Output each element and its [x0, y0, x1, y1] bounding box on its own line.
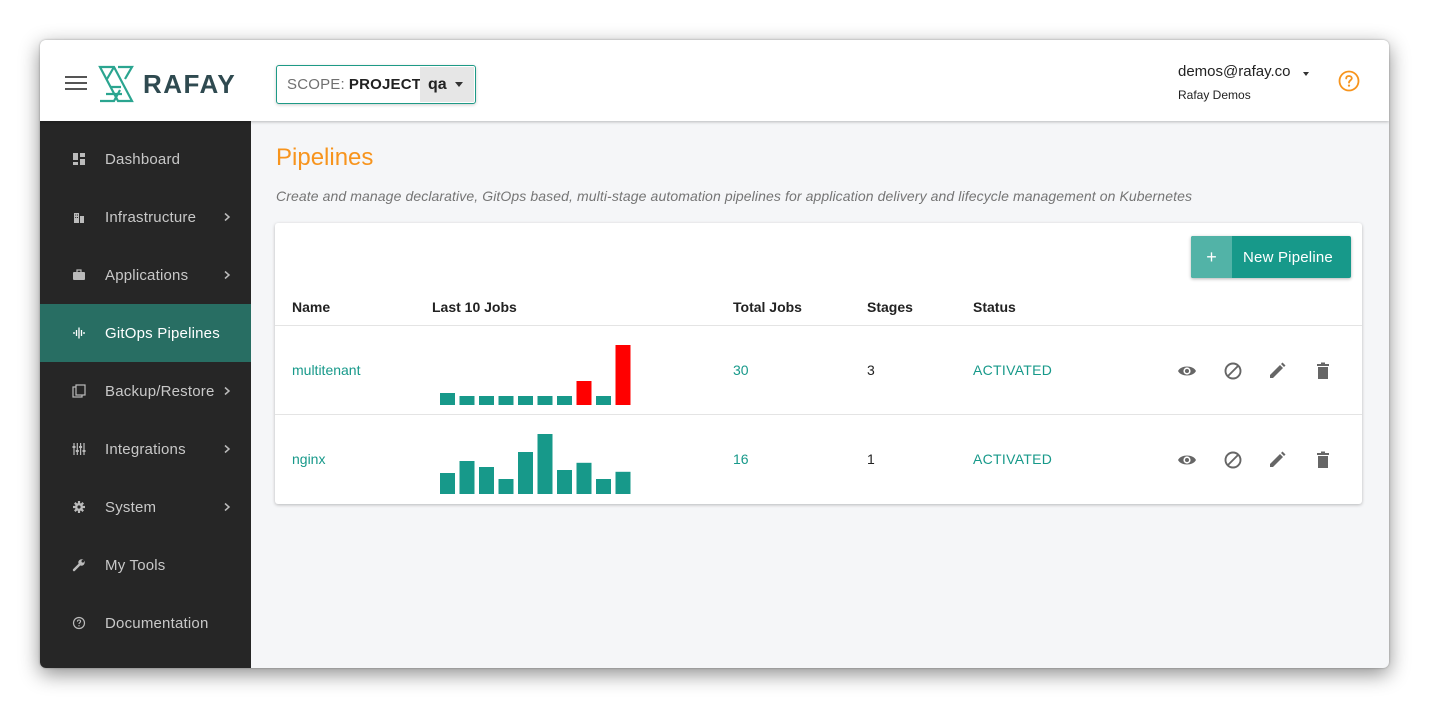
pipeline-name-link[interactable]: nginx	[292, 451, 325, 467]
column-header-name: Name	[292, 299, 331, 315]
sidebar-item-integrations[interactable]: Integrations	[40, 420, 251, 478]
column-header-status: Status	[973, 299, 1016, 315]
sidebar-item-label: Dashboard	[105, 150, 181, 168]
sidebar-item-label: GitOps Pipelines	[105, 324, 220, 342]
sidebar-item-label: System	[105, 498, 157, 516]
failed-job-bar[interactable]	[576, 381, 592, 405]
chevron-right-icon	[224, 502, 231, 512]
column-header-last-jobs: Last 10 Jobs	[432, 299, 517, 315]
sidebar-item-label: Applications	[105, 266, 189, 284]
successful-job-bar[interactable]	[557, 470, 572, 494]
sidebar-item-label: Infrastructure	[105, 208, 197, 226]
successful-job-bar[interactable]	[518, 396, 533, 405]
sidebar-item-my-tools[interactable]: My Tools	[40, 536, 251, 594]
successful-job-bar[interactable]	[596, 479, 611, 494]
successful-job-bar[interactable]	[537, 396, 553, 405]
successful-job-bar[interactable]	[459, 396, 475, 405]
sidebar-item-label: Backup/Restore	[105, 382, 215, 400]
status-badge: ACTIVATED	[973, 362, 1053, 378]
pipeline-name-link[interactable]: multitenant	[292, 362, 360, 378]
sliders-icon	[71, 441, 87, 457]
wrench-icon	[71, 557, 87, 573]
scope-label: SCOPE:	[287, 76, 345, 93]
sidebar-item-label: Documentation	[105, 614, 209, 632]
sidebar-item-label: Integrations	[105, 440, 186, 458]
disable-block-icon[interactable]	[1223, 450, 1243, 470]
app-window: RAFAY SCOPE: PROJECT qa demos@rafay.co R…	[40, 40, 1389, 668]
table-row: multitenant 30 3 ACTIVATED	[275, 326, 1362, 415]
chevron-right-icon	[224, 386, 231, 396]
last-jobs-sparkline	[440, 345, 631, 405]
caret-down-icon	[454, 82, 463, 87]
sidebar-item-dashboard[interactable]: Dashboard	[40, 130, 251, 188]
help-icon[interactable]	[1338, 70, 1360, 92]
waveform-icon	[71, 325, 87, 341]
sidebar-item-system[interactable]: System	[40, 478, 251, 536]
building-icon	[71, 209, 87, 225]
rafay-logo-icon	[98, 65, 134, 103]
status-badge: ACTIVATED	[973, 451, 1053, 467]
page-title: Pipelines	[276, 144, 374, 171]
plus-icon: +	[1191, 236, 1232, 278]
delete-trash-icon[interactable]	[1313, 450, 1333, 470]
successful-job-bar[interactable]	[479, 467, 494, 494]
last-jobs-sparkline	[440, 434, 631, 494]
view-eye-icon[interactable]	[1177, 361, 1197, 381]
failed-job-bar[interactable]	[615, 345, 631, 405]
menu-icon[interactable]	[65, 76, 87, 90]
successful-job-bar[interactable]	[557, 396, 572, 405]
dashboard-icon	[71, 151, 87, 167]
table-row: nginx 16 1 ACTIVATED	[275, 415, 1362, 504]
help-circle-icon	[71, 615, 87, 631]
user-menu[interactable]: demos@rafay.co	[1178, 63, 1291, 80]
stages-count: 1	[867, 451, 875, 467]
disable-block-icon[interactable]	[1223, 361, 1243, 381]
brand-name: RAFAY	[143, 69, 237, 99]
total-jobs-link[interactable]: 16	[733, 451, 749, 467]
scope-value: PROJECT	[348, 76, 422, 93]
successful-job-bar[interactable]	[596, 396, 611, 405]
new-pipeline-label: New Pipeline	[1243, 248, 1333, 266]
caret-down-icon[interactable]	[1303, 72, 1309, 76]
total-jobs-link[interactable]: 30	[733, 362, 749, 378]
successful-job-bar[interactable]	[459, 461, 475, 494]
edit-pencil-icon[interactable]	[1267, 450, 1287, 470]
pipelines-card: + New Pipeline Name Last 10 Jobs Total J…	[275, 223, 1362, 504]
column-header-stages: Stages	[867, 299, 913, 315]
column-header-total-jobs: Total Jobs	[733, 299, 802, 315]
chevron-right-icon	[224, 444, 231, 454]
sidebar: Dashboard Infrastructure Applications Gi…	[40, 121, 251, 668]
successful-job-bar[interactable]	[576, 462, 592, 494]
sidebar-item-applications[interactable]: Applications	[40, 246, 251, 304]
view-eye-icon[interactable]	[1177, 450, 1197, 470]
page-description: Create and manage declarative, GitOps ba…	[276, 188, 1193, 204]
chevron-right-icon	[224, 212, 231, 222]
successful-job-bar[interactable]	[479, 396, 494, 405]
successful-job-bar[interactable]	[615, 471, 631, 494]
sidebar-item-gitops-pipelines[interactable]: GitOps Pipelines	[40, 304, 251, 362]
briefcase-icon	[71, 267, 87, 283]
top-bar: RAFAY SCOPE: PROJECT qa demos@rafay.co R…	[40, 40, 1389, 121]
project-dropdown-value: qa	[428, 75, 447, 93]
chevron-right-icon	[224, 270, 231, 280]
scope-selector[interactable]: SCOPE: PROJECT qa	[276, 65, 476, 104]
successful-job-bar[interactable]	[440, 473, 455, 494]
edit-pencil-icon[interactable]	[1267, 361, 1287, 381]
successful-job-bar[interactable]	[518, 452, 533, 494]
successful-job-bar[interactable]	[537, 434, 553, 494]
successful-job-bar[interactable]	[440, 393, 455, 405]
successful-job-bar[interactable]	[498, 479, 514, 494]
sidebar-item-label: My Tools	[105, 556, 166, 574]
successful-job-bar[interactable]	[498, 396, 514, 405]
stages-count: 3	[867, 362, 875, 378]
sidebar-item-backup-restore[interactable]: Backup/Restore	[40, 362, 251, 420]
new-pipeline-button[interactable]: + New Pipeline	[1191, 236, 1351, 278]
gear-icon	[71, 499, 87, 515]
user-org: Rafay Demos	[1178, 88, 1251, 102]
delete-trash-icon[interactable]	[1313, 361, 1333, 381]
copy-icon	[71, 383, 87, 399]
sidebar-item-infrastructure[interactable]: Infrastructure	[40, 188, 251, 246]
sidebar-item-documentation[interactable]: Documentation	[40, 594, 251, 652]
project-dropdown[interactable]: qa	[420, 67, 474, 102]
